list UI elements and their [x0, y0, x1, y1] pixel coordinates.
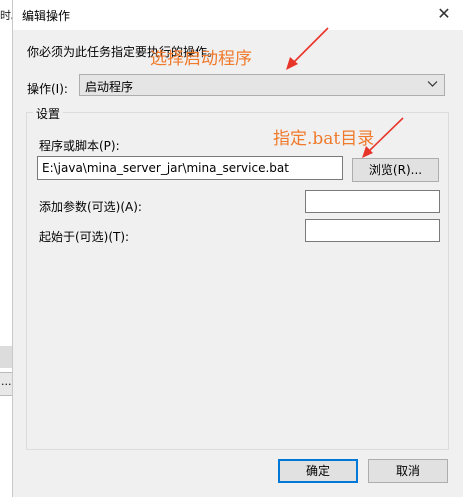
args-label: 添加参数(可选)(A): [39, 200, 142, 214]
args-input[interactable] [305, 190, 440, 213]
start-in-input[interactable] [305, 219, 440, 242]
background-window-row [0, 346, 12, 368]
title-bar: 编辑操作 ✕ [13, 0, 463, 30]
dialog-title: 编辑操作 [22, 9, 71, 23]
background-window-button[interactable]: ... [0, 372, 12, 396]
background-window-text: 时。 [0, 9, 12, 22]
settings-legend: 设置 [33, 105, 64, 122]
browse-button[interactable]: 浏览(R)... [352, 158, 439, 182]
action-label: 操作(I): [27, 82, 68, 96]
action-select-value: 启动程序 [85, 80, 134, 94]
action-select[interactable]: 启动程序 [79, 74, 445, 96]
background-window: 时。 ... [0, 0, 13, 497]
edit-action-dialog: 编辑操作 ✕ 你必须为此任务指定要执行的操作。 操作(I): 启动程序 设置 程… [13, 0, 463, 497]
annotation-select-program: 选择启动程序 [150, 49, 252, 69]
cancel-button[interactable]: 取消 [368, 459, 448, 483]
annotation-bat-directory: 指定.bat目录 [273, 129, 375, 149]
program-label: 程序或脚本(P): [39, 139, 120, 153]
close-icon[interactable]: ✕ [435, 5, 453, 23]
chevron-down-icon [427, 78, 438, 91]
program-path-input[interactable]: E:\java\mina_server_jar\mina_service.bat [37, 156, 343, 180]
start-in-label: 起始于(可选)(T): [39, 230, 130, 244]
ok-button[interactable]: 确定 [278, 459, 358, 483]
